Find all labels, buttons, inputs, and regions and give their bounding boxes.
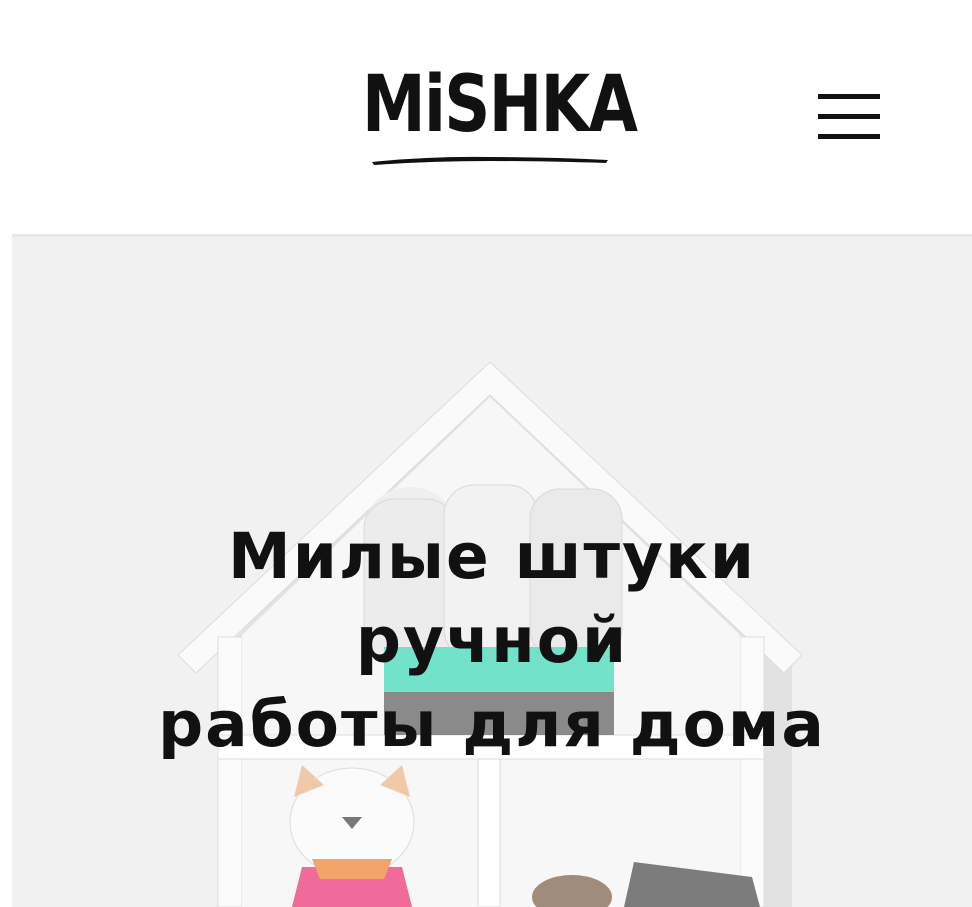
logo-link[interactable]: MiSHKA bbox=[362, 58, 638, 170]
logo-underline bbox=[372, 156, 608, 165]
logo-text: MiSHKA bbox=[362, 60, 638, 150]
hamburger-menu-icon[interactable] bbox=[818, 94, 880, 140]
site-header: MiSHKA bbox=[0, 0, 972, 234]
hero-title: Милые штуки ручной работы для дома bbox=[158, 520, 826, 761]
hero-banner: Милые штуки ручной работы для дома bbox=[12, 237, 972, 907]
